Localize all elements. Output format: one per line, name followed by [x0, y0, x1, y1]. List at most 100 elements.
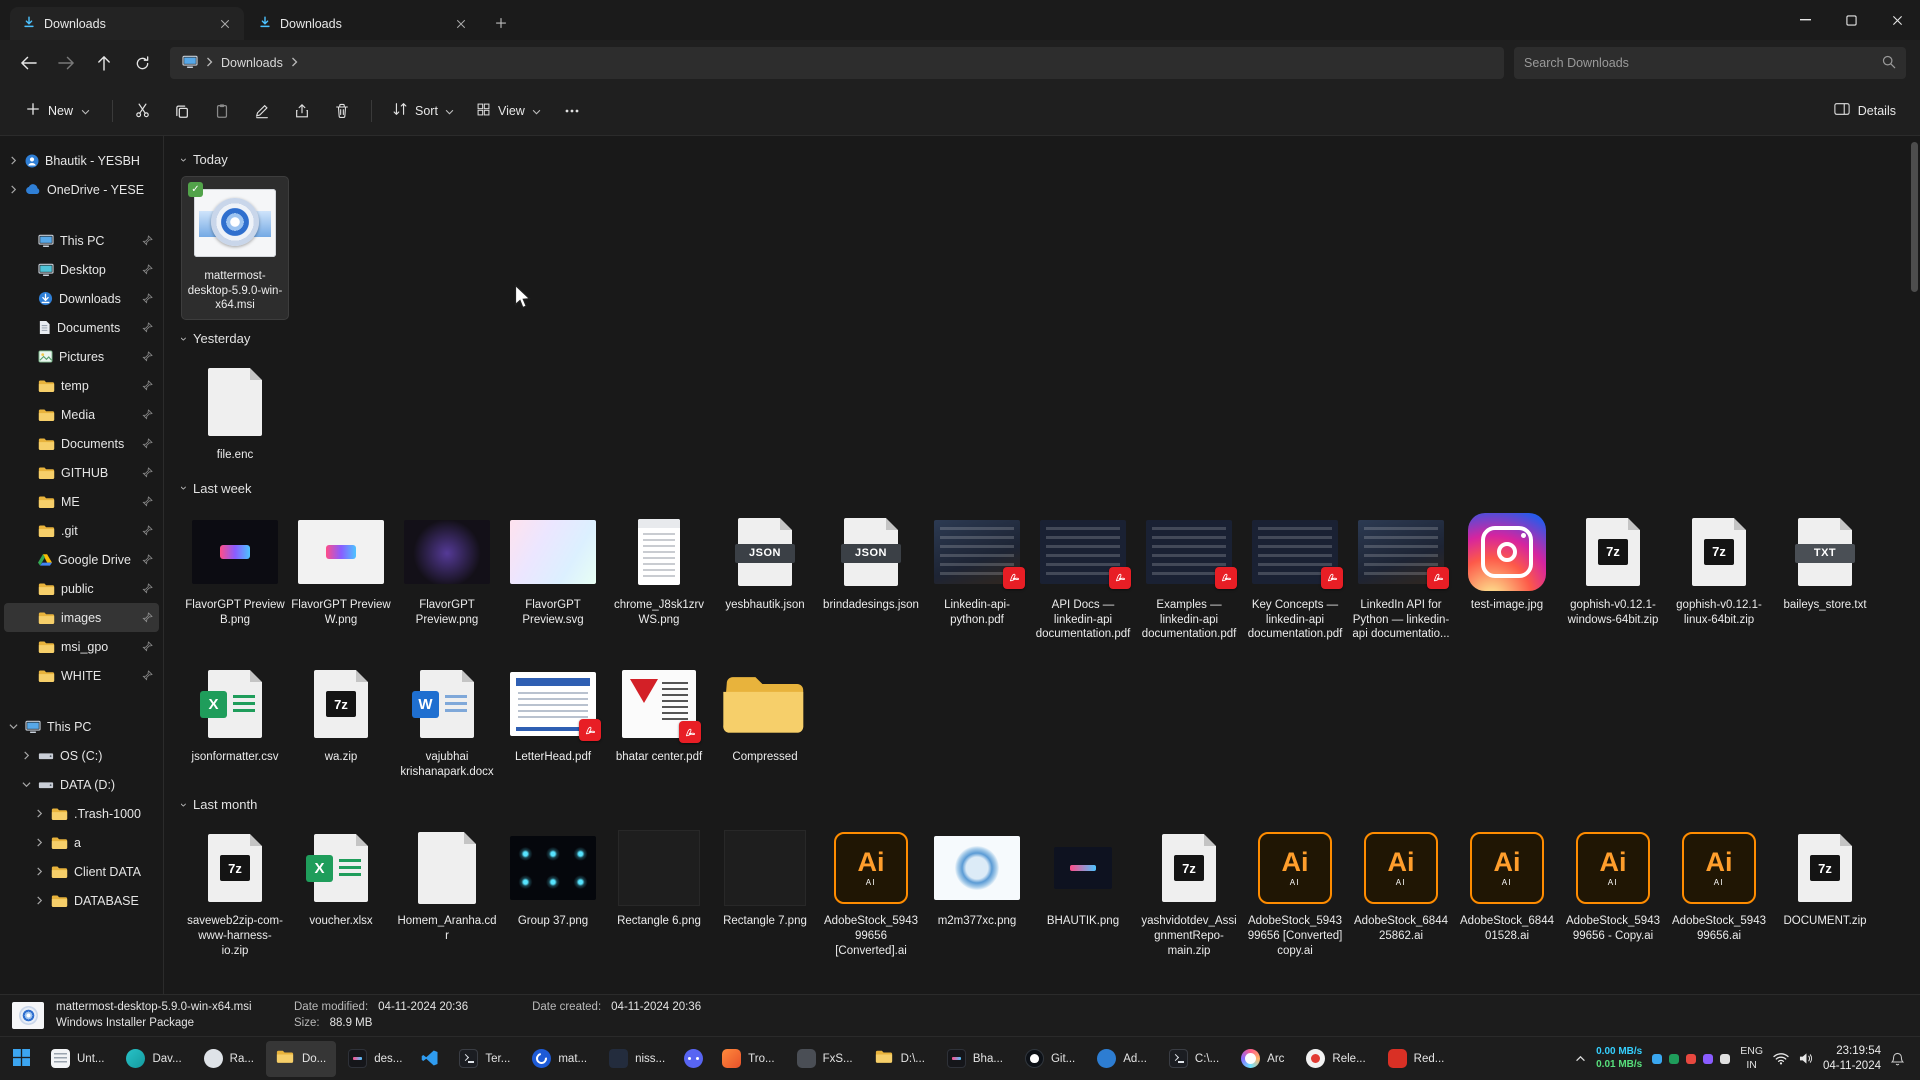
delete-button[interactable]: [323, 94, 361, 128]
tray-icon[interactable]: [1703, 1054, 1713, 1064]
file-tile-m2m377xc-png[interactable]: m2m377xc.png: [924, 822, 1030, 935]
file-tile-document-zip[interactable]: 7zDOCUMENT.zip: [1772, 822, 1878, 935]
group-header[interactable]: ›Yesterday: [182, 325, 1906, 352]
file-tile-rectangle-6-png[interactable]: Rectangle 6.png: [606, 822, 712, 935]
file-tile-yesbhautik-json[interactable]: JSONyesbhautik.json: [712, 506, 818, 619]
sidebar-item-pictures[interactable]: Pictures: [4, 342, 159, 371]
sidebar-item-data-d[interactable]: DATA (D:): [4, 770, 159, 799]
file-tile-examples-linkedin-api-documentation-pdf[interactable]: Examples — linkedin-api documentation.pd…: [1136, 506, 1242, 648]
sidebar-item-white[interactable]: WHITE: [4, 661, 159, 690]
taskbar-app-ad[interactable]: Ad...: [1087, 1041, 1157, 1077]
file-tile-adobestock-594399656-converted-copy-ai[interactable]: AiAIAdobeStock_594399656 [Converted] cop…: [1242, 822, 1348, 964]
taskbar-app-do[interactable]: Do...: [266, 1041, 336, 1077]
file-tile-api-docs-linkedin-api-documentation-pdf[interactable]: API Docs — linkedin-api documentation.pd…: [1030, 506, 1136, 648]
sidebar-item-images[interactable]: images: [4, 603, 159, 632]
group-header[interactable]: ›Last month: [182, 791, 1906, 818]
chevron-right-icon[interactable]: [34, 838, 45, 847]
taskbar-app-niss[interactable]: niss...: [599, 1041, 675, 1077]
sidebar-item-me[interactable]: ME: [4, 487, 159, 516]
file-tile-group-37-png[interactable]: Group 37.png: [500, 822, 606, 935]
sidebar-item-temp[interactable]: temp: [4, 371, 159, 400]
network-speed-monitor[interactable]: 0.00 MB/s 0.01 MB/s: [1596, 1046, 1642, 1071]
file-tile-linkedin-api-python-pdf[interactable]: Linkedin-api-python.pdf: [924, 506, 1030, 633]
taskbar-app-git[interactable]: Git...: [1015, 1041, 1085, 1077]
sidebar-item-media[interactable]: Media: [4, 400, 159, 429]
group-header[interactable]: ›Today: [182, 146, 1906, 173]
tab-downloads-2[interactable]: Downloads: [246, 7, 480, 40]
taskbar-app-bha[interactable]: Bha...: [937, 1041, 1013, 1077]
new-button[interactable]: New: [14, 95, 102, 126]
paste-button[interactable]: [203, 94, 241, 128]
taskbar-app-d[interactable]: D:\...: [865, 1041, 935, 1077]
taskbar-app-mat[interactable]: mat...: [522, 1041, 597, 1077]
volume-icon[interactable]: [1799, 1052, 1813, 1065]
file-tile-flavorgpt-preview-w-png[interactable]: FlavorGPT Preview W.png: [288, 506, 394, 633]
sidebar-item-git[interactable]: .git: [4, 516, 159, 545]
file-tile-flavorgpt-preview-b-png[interactable]: FlavorGPT Preview B.png: [182, 506, 288, 633]
sidebar-item-trash-1000[interactable]: .Trash-1000: [4, 799, 159, 828]
cut-button[interactable]: [123, 94, 161, 128]
taskbar-app-unt[interactable]: Unt...: [41, 1041, 114, 1077]
wifi-icon[interactable]: [1773, 1052, 1789, 1065]
sidebar-item-documents[interactable]: Documents: [4, 429, 159, 458]
file-tile-adobestock-684401528-ai[interactable]: AiAIAdobeStock_684401528.ai: [1454, 822, 1560, 949]
share-button[interactable]: [283, 94, 321, 128]
chevron-down-icon[interactable]: [21, 780, 32, 789]
tray-icon[interactable]: [1720, 1054, 1730, 1064]
file-tile-vajubhai-krishanapark-docx[interactable]: Wvajubhai krishanapark.docx: [394, 658, 500, 785]
new-tab-button[interactable]: [486, 8, 516, 38]
breadcrumb[interactable]: Downloads: [221, 56, 283, 70]
sidebar-item-downloads[interactable]: Downloads: [4, 284, 159, 313]
file-tile-mattermost-desktop-5-9-0-win-x64-msi[interactable]: ✓mattermost-desktop-5.9.0-win-x64.msi: [182, 177, 288, 319]
file-tile-bhatar-center-pdf[interactable]: bhatar center.pdf: [606, 658, 712, 771]
file-tile-voucher-xlsx[interactable]: Xvoucher.xlsx: [288, 822, 394, 935]
file-tile-key-concepts-linkedin-api-documentation-pdf[interactable]: Key Concepts — linkedin-api documentatio…: [1242, 506, 1348, 648]
file-tile-gophish-v0-12-1-windows-64bit-zip[interactable]: 7zgophish-v0.12.1-windows-64bit.zip: [1560, 506, 1666, 633]
chevron-right-icon[interactable]: [34, 867, 45, 876]
sidebar-item-github[interactable]: GITHUB: [4, 458, 159, 487]
file-tile-compressed[interactable]: Compressed: [712, 658, 818, 771]
file-tile-jsonformatter-csv[interactable]: Xjsonformatter.csv: [182, 658, 288, 771]
sidebar-item-a[interactable]: a: [4, 828, 159, 857]
tray-icon[interactable]: [1652, 1054, 1662, 1064]
file-tile-linkedin-api-for-python-linkedin-api-documentatio[interactable]: LinkedIn API for Python — linkedin-api d…: [1348, 506, 1454, 648]
file-tile-adobestock-684425862-ai[interactable]: AiAIAdobeStock_684425862.ai: [1348, 822, 1454, 949]
taskbar-app-c[interactable]: C:\...: [1159, 1041, 1229, 1077]
view-button[interactable]: View: [466, 95, 551, 127]
file-tile-file-enc[interactable]: file.enc: [182, 356, 288, 469]
taskbar-app-red[interactable]: Red...: [1378, 1041, 1455, 1077]
close-button[interactable]: [1874, 0, 1920, 40]
sidebar-item-google-drive[interactable]: Google Drive: [4, 545, 159, 574]
minimize-button[interactable]: [1782, 0, 1828, 40]
file-tile-brindadesings-json[interactable]: JSONbrindadesings.json: [818, 506, 924, 619]
details-pane-button[interactable]: Details: [1824, 95, 1906, 126]
tray-icon[interactable]: [1669, 1054, 1679, 1064]
chevron-right-icon[interactable]: [21, 751, 32, 760]
sidebar-item-this-pc[interactable]: This PC: [4, 226, 159, 255]
taskbar-app-dav[interactable]: Dav...: [116, 1041, 191, 1077]
rename-button[interactable]: [243, 94, 281, 128]
taskbar-app-vscode[interactable]: [414, 1041, 447, 1077]
language-indicator[interactable]: ENG IN: [1740, 1045, 1763, 1071]
file-tile-flavorgpt-preview-svg[interactable]: FlavorGPT Preview.svg: [500, 506, 606, 633]
up-button[interactable]: [86, 47, 122, 79]
group-header[interactable]: ›Last week: [182, 475, 1906, 502]
file-tile-bhautik-png[interactable]: BHAUTIK.png: [1030, 822, 1136, 935]
taskbar-app-ra[interactable]: Ra...: [194, 1041, 264, 1077]
taskbar-app-tro[interactable]: Tro...: [712, 1041, 784, 1077]
file-tile-rectangle-7-png[interactable]: Rectangle 7.png: [712, 822, 818, 935]
sidebar-item-database[interactable]: DATABASE: [4, 886, 159, 915]
forward-button[interactable]: [48, 47, 84, 79]
search-box[interactable]: [1514, 47, 1906, 79]
file-tile-adobestock-594399656-copy-ai[interactable]: AiAIAdobeStock_594399656 - Copy.ai: [1560, 822, 1666, 949]
scrollbar-thumb[interactable]: [1911, 142, 1918, 292]
sidebar-item-onedrive-yese[interactable]: OneDrive - YESE: [4, 175, 159, 204]
file-tile-flavorgpt-preview-png[interactable]: FlavorGPT Preview.png: [394, 506, 500, 633]
hidden-icons-chevron[interactable]: [1575, 1055, 1586, 1062]
sidebar-item-bhautik-yesbh[interactable]: Bhautik - YESBH: [4, 146, 159, 175]
copy-button[interactable]: [163, 94, 201, 128]
tab-close-icon[interactable]: [450, 13, 472, 35]
chevron-right-icon[interactable]: [8, 156, 19, 165]
taskbar-app-arc[interactable]: Arc: [1231, 1041, 1294, 1077]
file-tile-gophish-v0-12-1-linux-64bit-zip[interactable]: 7zgophish-v0.12.1-linux-64bit.zip: [1666, 506, 1772, 633]
